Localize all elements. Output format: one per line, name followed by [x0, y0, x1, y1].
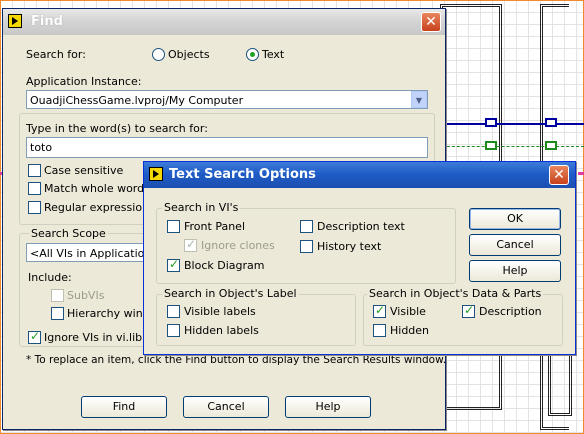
description-text-label: Description text [317, 220, 405, 233]
ignore-clones-label: Ignore clones [201, 239, 275, 252]
app-instance-label: Application Instance: [26, 75, 142, 88]
radio-objects-label: Objects [168, 48, 210, 61]
hidden-label: Hidden [390, 324, 430, 337]
wire-green [432, 146, 584, 148]
data-parts-label: Search in Object's Data & Parts [367, 287, 544, 300]
radio-text[interactable] [246, 48, 259, 61]
visible-checkbox[interactable] [373, 303, 386, 318]
structure-corner [548, 350, 572, 416]
search-for-label: Search for: [26, 48, 86, 61]
search-scope-label: Search Scope [29, 227, 108, 240]
radio-text-label: Text [262, 48, 285, 61]
subvis-label: SubVIs [67, 289, 105, 302]
description-label: Description [479, 305, 542, 318]
description-checkbox[interactable] [462, 303, 475, 318]
radio-objects[interactable] [152, 48, 165, 61]
ignore-vis-label: Ignore VIs in vi.lib [44, 331, 143, 344]
block-diagram-label: Block Diagram [184, 259, 265, 272]
tunnel-node [485, 118, 497, 127]
ok-button[interactable]: OK [469, 208, 561, 230]
case-sensitive-checkbox[interactable] [28, 164, 41, 177]
ignore-clones-checkbox[interactable] [184, 237, 197, 252]
close-icon[interactable]: ✕ [421, 12, 441, 32]
find-title: Find [31, 14, 63, 29]
front-panel-checkbox[interactable] [167, 220, 180, 233]
hierarchy-window-checkbox[interactable] [51, 307, 64, 320]
options-title: Text Search Options [169, 167, 316, 182]
description-text-checkbox[interactable] [300, 220, 313, 233]
wire-blue [432, 123, 584, 125]
help-button[interactable]: Help [285, 396, 371, 418]
options-cancel-button[interactable]: Cancel [469, 234, 561, 256]
find-button[interactable]: Find [81, 396, 167, 418]
regular-expression-checkbox[interactable] [28, 201, 41, 214]
ignore-vis-checkbox[interactable] [28, 329, 41, 344]
wire-stub [578, 172, 584, 175]
labview-icon [149, 167, 163, 181]
hidden-labels-label: Hidden labels [184, 324, 259, 337]
match-whole-word-checkbox[interactable] [28, 182, 41, 195]
hidden-checkbox[interactable] [373, 324, 386, 337]
search-in-vis-label: Search in VI's [162, 201, 241, 214]
history-text-checkbox[interactable] [300, 240, 313, 253]
options-titlebar[interactable]: Text Search Options ✕ [144, 162, 575, 188]
replace-note: * To replace an item, click the Find but… [26, 354, 447, 366]
words-label: Type in the word(s) to search for: [26, 122, 208, 135]
object-label-label: Search in Object's Label [162, 287, 299, 300]
block-diagram-checkbox[interactable] [167, 257, 180, 272]
subvis-checkbox[interactable] [51, 289, 64, 302]
history-text-label: History text [317, 240, 382, 253]
include-label: Include: [28, 271, 72, 284]
tunnel-node [545, 141, 557, 150]
tunnel-node [545, 118, 557, 127]
find-titlebar[interactable]: Find ✕ [3, 9, 445, 35]
labview-icon [8, 14, 22, 28]
visible-labels-label: Visible labels [184, 305, 256, 318]
options-help-button[interactable]: Help [469, 260, 561, 282]
app-instance-select[interactable]: OuadjiChessGame.lvproj/My Computer [26, 90, 428, 109]
case-sensitive-label: Case sensitive [44, 164, 124, 177]
text-search-options-dialog: Text Search Options ✕ Search in VI's Fro… [143, 161, 576, 355]
search-words-input[interactable]: toto [26, 137, 428, 158]
object-label-group [156, 294, 356, 346]
regular-expression-label: Regular expression [44, 201, 150, 214]
match-whole-word-label: Match whole word [44, 182, 145, 195]
chevron-down-icon[interactable]: ▼ [411, 91, 427, 108]
tunnel-node [485, 141, 497, 150]
hidden-labels-checkbox[interactable] [167, 324, 180, 337]
visible-label: Visible [390, 305, 426, 318]
cancel-button[interactable]: Cancel [183, 396, 269, 418]
close-icon[interactable]: ✕ [549, 165, 569, 185]
visible-labels-checkbox[interactable] [167, 305, 180, 318]
data-parts-group [363, 294, 563, 346]
front-panel-label: Front Panel [184, 220, 245, 233]
